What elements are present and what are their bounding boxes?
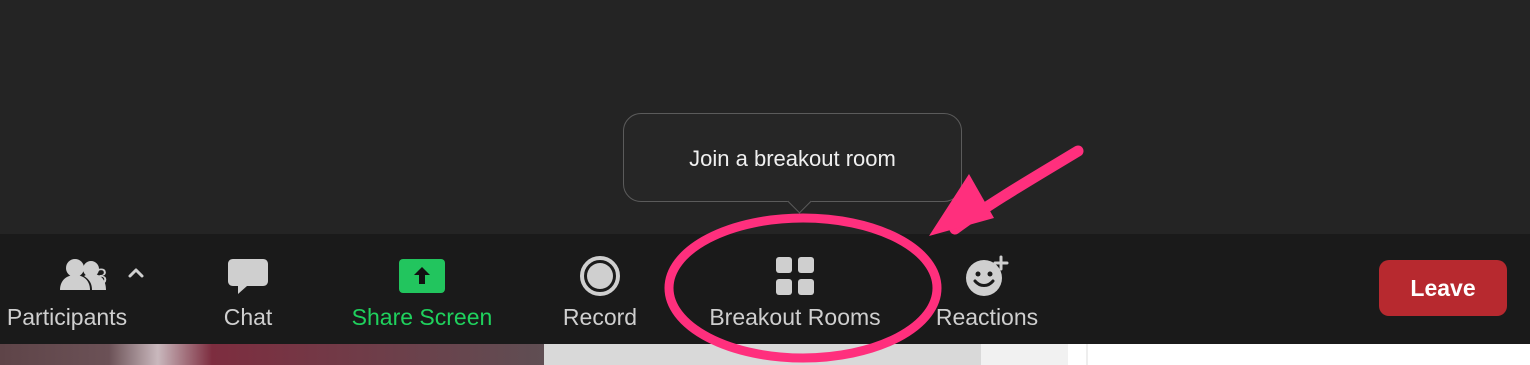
background-divider bbox=[1086, 344, 1088, 365]
chat-button[interactable]: Chat bbox=[211, 244, 285, 336]
record-icon bbox=[574, 252, 626, 300]
background-photo-strip bbox=[0, 344, 544, 365]
breakout-room-tooltip: Join a breakout room bbox=[623, 113, 962, 202]
share-screen-arrow-icon bbox=[396, 252, 448, 300]
record-button[interactable]: Record bbox=[556, 244, 644, 336]
background-light-strip bbox=[981, 344, 1068, 365]
leave-button[interactable]: Leave bbox=[1379, 260, 1507, 316]
breakout-rooms-label: Breakout Rooms bbox=[709, 304, 881, 330]
record-label: Record bbox=[562, 304, 638, 330]
participants-button[interactable]: 3 Participants bbox=[0, 244, 144, 336]
emoji-plus-icon bbox=[961, 252, 1013, 300]
chat-bubble-icon bbox=[222, 252, 274, 300]
meeting-window: Join a breakout room 3 Participants Chat… bbox=[0, 0, 1530, 344]
background-content-strip bbox=[0, 344, 1530, 365]
reactions-button[interactable]: Reactions bbox=[928, 244, 1046, 336]
breakout-rooms-button[interactable]: Breakout Rooms bbox=[699, 244, 891, 336]
participants-label: Participants bbox=[6, 304, 128, 330]
share-screen-button[interactable]: Share Screen bbox=[345, 244, 499, 336]
participants-count: 3 bbox=[95, 264, 108, 289]
meeting-toolbar: 3 Participants Chat Share Screen Record … bbox=[0, 234, 1530, 344]
share-screen-label: Share Screen bbox=[351, 304, 493, 330]
breakout-rooms-grid-icon bbox=[769, 252, 821, 300]
tooltip-text: Join a breakout room bbox=[689, 146, 896, 171]
chevron-up-icon[interactable] bbox=[127, 264, 145, 282]
reactions-label: Reactions bbox=[935, 304, 1039, 330]
chat-label: Chat bbox=[223, 304, 273, 330]
background-gray-strip bbox=[544, 344, 981, 365]
